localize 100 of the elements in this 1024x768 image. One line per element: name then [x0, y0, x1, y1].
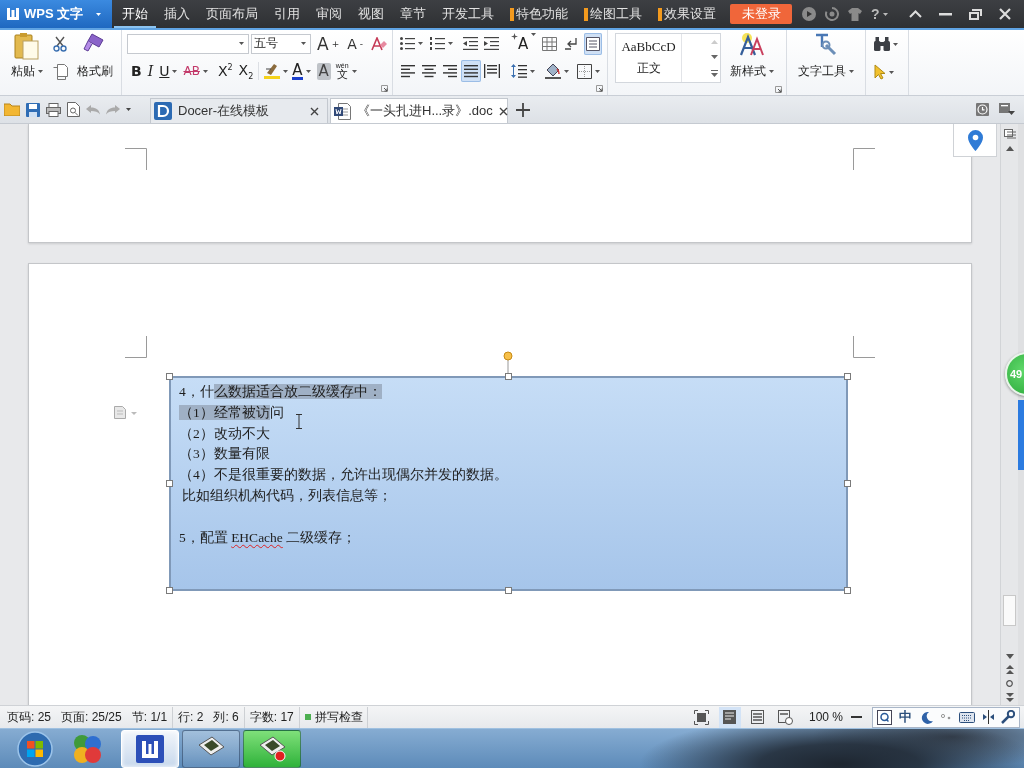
menu-tab[interactable]: 视图 — [350, 0, 392, 28]
table-grid-icon[interactable] — [542, 36, 558, 51]
resize-handle[interactable] — [844, 373, 851, 380]
restore-icon[interactable] — [968, 8, 982, 20]
show-marks-button[interactable] — [584, 32, 603, 55]
resize-handle[interactable] — [166, 479, 173, 487]
underline-button[interactable]: U — [157, 60, 180, 83]
chevron-up-icon[interactable] — [908, 10, 922, 18]
resize-handle[interactable] — [844, 587, 851, 594]
caret-icon — [564, 69, 569, 73]
browse-object-icon[interactable] — [1006, 680, 1013, 687]
tab-list-icon[interactable] — [999, 103, 1015, 116]
shrink-font-button[interactable]: A$^{-}$ — [345, 32, 365, 55]
document-lines-icon[interactable] — [1003, 129, 1016, 140]
play-icon[interactable] — [802, 7, 816, 21]
dialog-launcher-icon[interactable] — [596, 85, 603, 92]
menu-tab[interactable]: 页面布局 — [198, 0, 266, 28]
split-arrows-icon[interactable] — [982, 710, 994, 724]
return-arrow-icon[interactable] — [564, 36, 579, 51]
new-tab-icon[interactable] — [516, 103, 530, 117]
new-style-button[interactable]: 新样式 — [724, 30, 780, 86]
keyboard-icon[interactable] — [959, 711, 976, 723]
clear-format-icon[interactable] — [371, 36, 387, 51]
close-tab-icon[interactable] — [310, 106, 319, 116]
print-icon[interactable] — [46, 102, 61, 117]
font-color-button[interactable]: A — [290, 60, 313, 83]
wrench-icon[interactable] — [1001, 710, 1016, 724]
scissors-icon[interactable] — [53, 36, 67, 52]
paragraph-handle-icon[interactable] — [114, 406, 138, 419]
shirt-icon[interactable] — [848, 7, 862, 21]
caret-icon — [893, 42, 898, 46]
scroll-thumb[interactable] — [1003, 595, 1016, 626]
scroll-up-arrow-icon[interactable] — [1005, 146, 1014, 151]
print-preview-icon[interactable] — [67, 102, 80, 117]
rotate-handle[interactable] — [502, 351, 513, 376]
save-icon[interactable] — [26, 102, 40, 117]
menu-tab[interactable]: 特色功能 — [502, 0, 576, 28]
spell-check-button[interactable]: 拼写检查 — [304, 706, 368, 728]
minimize-icon[interactable] — [938, 12, 952, 16]
previous-page-icon[interactable] — [1005, 665, 1014, 674]
ime-logo-icon[interactable] — [876, 709, 892, 725]
align-justify-icon — [463, 64, 479, 79]
decrease-indent-icon[interactable] — [463, 37, 478, 51]
dialog-launcher-icon[interactable] — [381, 85, 388, 92]
menu-tab[interactable]: 效果设置 — [650, 0, 724, 28]
dialog-launcher-icon[interactable] — [775, 86, 782, 93]
menu-tab[interactable]: 插入 — [156, 0, 198, 28]
location-button[interactable] — [953, 124, 997, 157]
next-page-icon[interactable] — [1005, 693, 1014, 702]
page-view-button[interactable] — [718, 706, 741, 728]
resize-handle[interactable] — [844, 479, 851, 487]
resize-handle[interactable] — [504, 373, 512, 380]
taskbar-button[interactable] — [182, 729, 240, 768]
refresh-icon[interactable] — [825, 7, 839, 21]
style-item[interactable]: AaBbCcD 正文 — [616, 34, 682, 82]
menu-tab[interactable]: 章节 — [392, 0, 434, 28]
start-orb-icon[interactable] — [17, 730, 53, 767]
text-tools-button[interactable]: 文字工具 — [791, 30, 861, 86]
menu-tab[interactable]: 开发工具 — [434, 0, 502, 28]
tile-with-dot-icon — [257, 735, 287, 762]
punctuation-icon[interactable] — [939, 713, 952, 721]
help-button[interactable]: ? — [871, 6, 888, 22]
resize-handle[interactable] — [504, 587, 512, 594]
font-name-field[interactable] — [127, 33, 249, 54]
text-cursor-icon — [295, 414, 303, 429]
scroll-down-icon[interactable] — [711, 54, 718, 59]
bold-button[interactable]: B — [129, 60, 144, 83]
copy-icon[interactable] — [52, 64, 68, 80]
color-blobs-icon[interactable] — [71, 732, 103, 765]
align-justify-button[interactable] — [461, 60, 481, 83]
expand-gallery-icon[interactable] — [711, 69, 718, 77]
zoom-level[interactable]: 100 % — [808, 710, 843, 724]
scroll-down-arrow-icon[interactable] — [1005, 654, 1014, 659]
close-tab-icon[interactable] — [498, 106, 508, 116]
superscript-button[interactable]: X$^{2}$ — [215, 60, 235, 83]
strike-button[interactable]: AB — [181, 60, 210, 83]
increase-indent-icon[interactable] — [484, 37, 499, 51]
font-size-field[interactable]: 五号 — [251, 33, 311, 54]
subscript-button[interactable]: X$_{2}$ — [236, 60, 256, 83]
resize-handle[interactable] — [166, 587, 173, 594]
web-view-icon — [778, 709, 794, 725]
resize-handle[interactable] — [166, 373, 173, 380]
document-tab[interactable]: 《一头扎进H...录》.doc — [330, 98, 508, 123]
format-painter-button[interactable]: 格式刷 — [74, 30, 116, 86]
grow-font-button[interactable]: A$^{+}$ — [315, 32, 342, 55]
clock-icon[interactable] — [976, 103, 989, 116]
moon-icon[interactable] — [919, 710, 933, 724]
app-menu-button[interactable]: WPS 文字 — [0, 0, 112, 28]
italic-button[interactable]: I — [145, 60, 156, 83]
caret-icon — [882, 12, 888, 16]
document-tab[interactable]: Docer-在线模板 — [150, 98, 328, 123]
menu-tab[interactable]: 绘图工具 — [576, 0, 650, 28]
ime-mode-button[interactable]: 中 — [899, 708, 913, 726]
close-icon[interactable] — [998, 8, 1011, 20]
paste-button[interactable]: 粘贴 — [7, 30, 47, 86]
taskbar-button[interactable] — [243, 729, 301, 768]
text-effect-button[interactable]: A — [509, 32, 539, 55]
char-shading-button[interactable]: A — [316, 62, 331, 80]
menu-tab[interactable]: 审阅 — [308, 0, 350, 28]
menu-tab[interactable]: 引用 — [266, 0, 308, 28]
